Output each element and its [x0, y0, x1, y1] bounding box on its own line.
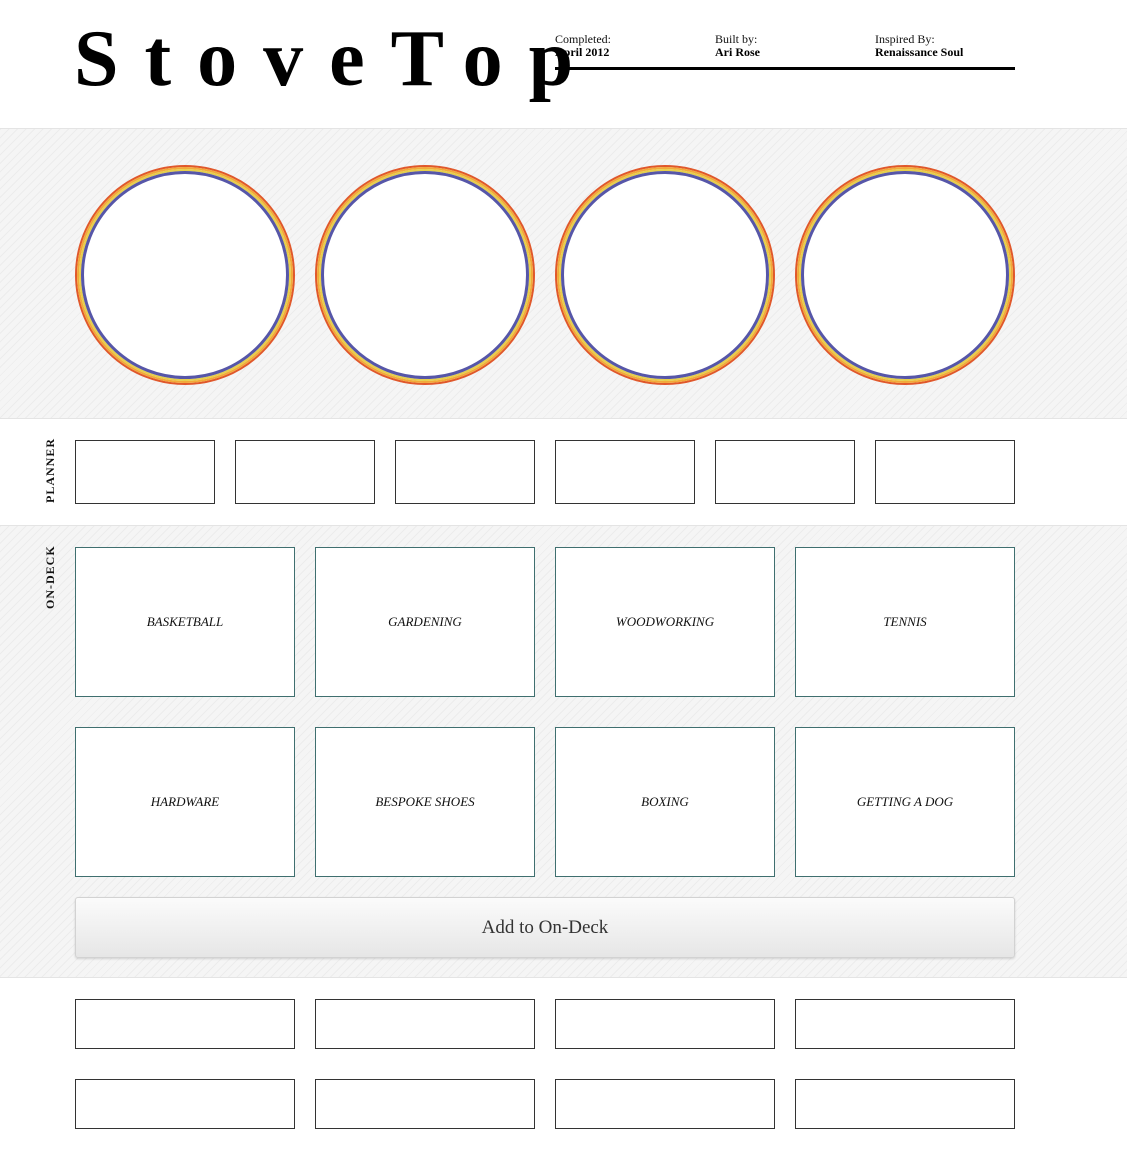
ondeck-card-tennis[interactable]: TENNIS — [795, 547, 1015, 697]
ondeck-label: ON-DECK — [43, 545, 57, 609]
add-to-ondeck-button[interactable]: Add to On-Deck — [75, 897, 1015, 958]
ondeck-card-getting-a-dog[interactable]: GETTING A DOG — [795, 727, 1015, 877]
ondeck-card-bespoke-shoes[interactable]: BESPOKE SHOES — [315, 727, 535, 877]
bottom-slot[interactable] — [555, 999, 775, 1049]
bottom-slot[interactable] — [315, 1079, 535, 1129]
bottom-slot[interactable] — [75, 999, 295, 1049]
built-by-value: Ari Rose — [715, 45, 760, 59]
burner-1[interactable] — [75, 165, 295, 385]
planner-label: PLANNER — [43, 437, 57, 503]
meta-inspired-by: Inspired By: Renaissance Soul — [875, 33, 963, 59]
meta-completed: Completed: April 2012 — [555, 33, 611, 59]
meta-built-by: Built by: Ari Rose — [715, 33, 760, 59]
completed-value: April 2012 — [555, 45, 610, 59]
burner-surface — [81, 171, 289, 379]
planner-slot[interactable] — [395, 440, 535, 504]
planner-section: PLANNER — [0, 419, 1127, 525]
burner-3[interactable] — [555, 165, 775, 385]
burner-surface — [561, 171, 769, 379]
planner-slot[interactable] — [875, 440, 1015, 504]
burner-surface — [801, 171, 1009, 379]
burner-4[interactable] — [795, 165, 1015, 385]
planner-slot[interactable] — [75, 440, 215, 504]
ondeck-card-hardware[interactable]: HARDWARE — [75, 727, 295, 877]
ondeck-card-gardening[interactable]: GARDENING — [315, 547, 535, 697]
ondeck-card-boxing[interactable]: BOXING — [555, 727, 775, 877]
planner-slot[interactable] — [715, 440, 855, 504]
app-logo: StoveTop — [74, 15, 600, 103]
ondeck-card-basketball[interactable]: BASKETBALL — [75, 547, 295, 697]
bottom-slot[interactable] — [795, 1079, 1015, 1129]
bottom-slot[interactable] — [75, 1079, 295, 1129]
project-meta: Completed: April 2012 Built by: Ari Rose… — [555, 33, 1015, 70]
burner-surface — [321, 171, 529, 379]
bottom-slot[interactable] — [555, 1079, 775, 1129]
burner-section — [0, 128, 1127, 419]
ondeck-section: ON-DECK BASKETBALL GARDENING WOODWORKING… — [0, 525, 1127, 978]
header: StoveTop Completed: April 2012 Built by:… — [0, 0, 1127, 128]
planner-slot[interactable] — [235, 440, 375, 504]
ondeck-card-woodworking[interactable]: WOODWORKING — [555, 547, 775, 697]
inspired-by-value: Renaissance Soul — [875, 45, 964, 59]
bottom-slot[interactable] — [315, 999, 535, 1049]
bottom-slot[interactable] — [795, 999, 1015, 1049]
burner-2[interactable] — [315, 165, 535, 385]
bottom-slots-section — [0, 978, 1127, 1166]
planner-slot[interactable] — [555, 440, 695, 504]
